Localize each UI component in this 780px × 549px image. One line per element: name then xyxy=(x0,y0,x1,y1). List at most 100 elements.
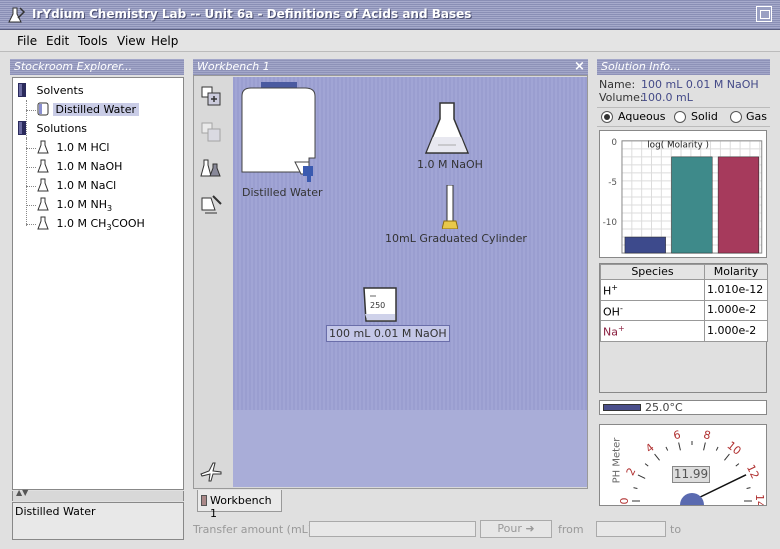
transfer-from-field[interactable] xyxy=(596,521,666,537)
split-handle[interactable]: ▲▼ xyxy=(12,488,184,501)
ph-tick xyxy=(665,446,669,451)
ph-tick xyxy=(724,453,730,461)
species-cell: H+ xyxy=(600,279,705,301)
solution-label: 1.0 M NaOH xyxy=(56,160,123,173)
explorer-header: Stockroom Explorer... xyxy=(10,59,184,75)
tree-item-naoh[interactable]: 1.0 M NaOH xyxy=(37,158,122,176)
aqueous-label: Aqueous xyxy=(618,110,666,123)
ph-tick xyxy=(633,487,638,490)
flask-icon xyxy=(37,178,49,192)
workbench-canvas-lower[interactable] xyxy=(233,410,587,487)
description-text: Distilled Water xyxy=(15,505,96,518)
flask-icon xyxy=(37,140,49,154)
menu-edit[interactable]: Edit xyxy=(46,34,69,48)
naoh-flask[interactable] xyxy=(424,101,470,157)
table-row[interactable]: Na+ 1.000e-2 xyxy=(600,320,768,342)
ph-reading: 11.99 xyxy=(672,466,710,483)
to-label: to xyxy=(670,523,682,536)
ph-tick xyxy=(746,487,751,490)
cylinder-label: 10mL Graduated Cylinder xyxy=(385,232,527,245)
ph-tick xyxy=(654,453,660,461)
chart-title: log( Molarity ) xyxy=(647,141,709,151)
solution-summary: Name: 100 mL 0.01 M NaOH Volume: 100.0 m… xyxy=(597,75,770,105)
species-cell: OH- xyxy=(600,299,705,322)
flask-label: 1.0 M NaOH xyxy=(417,158,483,171)
solution-label: 1.0 M CH3COOH xyxy=(56,217,145,233)
airplane-icon[interactable] xyxy=(199,460,223,484)
molarity-header: Molarity xyxy=(704,264,768,280)
radio-gas[interactable] xyxy=(730,111,742,123)
tree-item-distilled-water[interactable]: Distilled Water xyxy=(37,101,140,119)
menu-tools[interactable]: Tools xyxy=(78,34,108,48)
cabinet-icon xyxy=(18,121,26,135)
menu-file[interactable]: File xyxy=(17,34,37,48)
flask-icon xyxy=(37,159,49,173)
temperature-display: 25.0°C xyxy=(599,400,767,415)
radio-solid[interactable] xyxy=(674,111,686,123)
ph-tick xyxy=(644,463,649,467)
description-box: Distilled Water xyxy=(12,502,184,540)
y-tick-label: -5 xyxy=(608,178,617,188)
molarity-cell: 1.010e-12 xyxy=(704,279,768,301)
app-logo-icon xyxy=(8,7,26,23)
from-label: from xyxy=(558,523,584,536)
species-cell: Na+ xyxy=(600,320,705,342)
ph-tick xyxy=(637,474,646,479)
table-row[interactable]: OH- 1.000e-2 xyxy=(600,299,768,322)
tab-workbench-1[interactable]: Workbench 1 xyxy=(197,490,282,520)
table-row[interactable]: H+ 1.010e-12 xyxy=(600,279,768,301)
pour-button[interactable]: Pour ➜ xyxy=(480,520,552,538)
ph-needle-hub xyxy=(680,493,704,505)
ph-tick xyxy=(678,442,681,451)
bar-na xyxy=(717,156,760,254)
tree-item-hcl[interactable]: 1.0 M HCl xyxy=(37,139,110,157)
beaker-volume-mark: 250 xyxy=(370,301,386,310)
ph-tick-label: 10 xyxy=(725,439,744,458)
transfer-tool-icon[interactable] xyxy=(199,192,223,216)
radio-aqueous[interactable] xyxy=(601,111,613,123)
glassware-tool-icon[interactable] xyxy=(199,156,223,180)
species-header: Species xyxy=(600,264,705,280)
stockroom-explorer-tree: Solvents Distilled Water Solutions 1.0 M… xyxy=(12,77,184,490)
workbench-header: Workbench 1 xyxy=(193,59,588,75)
distilled-water-bottle[interactable] xyxy=(239,82,319,184)
menu-help[interactable]: Help xyxy=(151,34,178,48)
ph-tick-label: 8 xyxy=(702,428,712,442)
close-workbench-button[interactable]: × xyxy=(574,59,585,75)
gas-label: Gas xyxy=(746,110,767,123)
solvents-label: Solvents xyxy=(36,84,84,97)
add-glassware-icon[interactable] xyxy=(199,84,223,108)
name-value: 100 mL 0.01 M NaOH xyxy=(641,78,759,91)
menu-bar: File Edit Tools View Help xyxy=(0,30,780,52)
transfer-amount-input[interactable] xyxy=(309,521,476,537)
volume-label: Volume: xyxy=(599,91,644,104)
tree-item-nh3[interactable]: 1.0 M NH3 xyxy=(37,196,112,214)
workbench-tab-icon xyxy=(201,495,207,506)
tree-node-solutions[interactable]: Solutions xyxy=(17,120,87,138)
collapse-arrows-icon[interactable]: ▲▼ xyxy=(16,488,28,497)
species-table-container: Species Molarity H+ 1.010e-12 OH- 1.000e… xyxy=(599,263,768,393)
solution-label: 1.0 M NH3 xyxy=(56,198,113,214)
distilled-water-label: Distilled Water xyxy=(52,103,140,116)
ph-tick-label: 0 xyxy=(620,498,631,505)
molarity-chart: 0 -5 -10 log( Molarity ) xyxy=(599,130,767,258)
flask-icon xyxy=(37,216,49,230)
tab-label: Workbench 1 xyxy=(210,494,272,520)
tree-item-acetic-acid[interactable]: 1.0 M CH3COOH xyxy=(37,215,145,233)
tree-node-solvents[interactable]: Solvents xyxy=(17,82,84,100)
menu-view[interactable]: View xyxy=(117,34,145,48)
ph-tick xyxy=(703,442,706,451)
solid-label: Solid xyxy=(691,110,718,123)
duplicate-icon[interactable] xyxy=(199,120,223,144)
y-tick-label: -10 xyxy=(603,218,618,228)
maximize-button[interactable] xyxy=(756,6,772,22)
ph-meter: PH Meter 02468101214 11.99 xyxy=(599,424,767,506)
ph-tick-label: 12 xyxy=(744,463,762,481)
pour-arrow-icon: ➜ xyxy=(525,522,535,535)
water-bottle-icon xyxy=(37,102,49,116)
bar-h xyxy=(624,236,666,254)
tree-item-nacl[interactable]: 1.0 M NaCl xyxy=(37,177,116,195)
graduated-cylinder[interactable] xyxy=(442,185,458,229)
ph-tick-label: 4 xyxy=(643,441,657,456)
bar-oh xyxy=(671,156,713,254)
